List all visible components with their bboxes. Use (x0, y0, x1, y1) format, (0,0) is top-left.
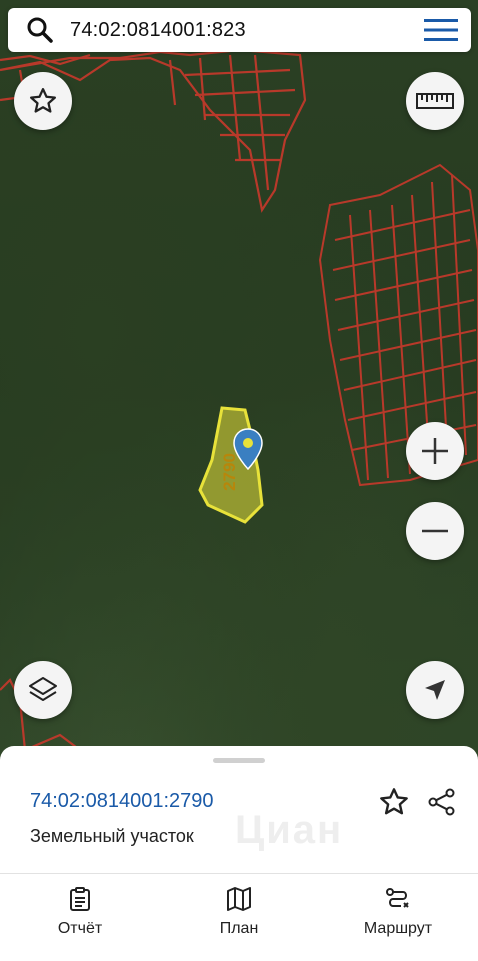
zoom-in-button[interactable] (406, 422, 464, 480)
my-location-button[interactable] (406, 661, 464, 719)
layers-icon (29, 677, 57, 701)
watermark-logo: Циан (235, 808, 344, 852)
layers-button[interactable] (14, 661, 72, 719)
minus-icon (422, 529, 448, 533)
star-icon (30, 88, 56, 113)
report-icon (69, 886, 91, 912)
route-icon (385, 886, 411, 912)
cadastral-number[interactable]: 74:02:0814001:2790 (30, 790, 214, 813)
tab-plan[interactable]: План (199, 874, 279, 961)
tab-label: Маршрут (363, 920, 433, 937)
favorite-map-button[interactable] (14, 72, 72, 130)
zoom-out-button[interactable] (406, 502, 464, 560)
search-icon[interactable] (20, 8, 60, 52)
map-plan-icon (226, 886, 252, 912)
search-bar[interactable]: 74:02:0814001:823 (8, 8, 471, 52)
navigation-arrow-icon (425, 680, 445, 700)
bottom-tab-bar: Отчёт План Маршрут (0, 873, 478, 961)
tab-route[interactable]: Маршрут (348, 874, 448, 961)
star-icon (380, 788, 408, 815)
property-type: Земельный участок (30, 826, 194, 846)
share-button[interactable] (424, 784, 460, 820)
tab-report[interactable]: Отчёт (40, 874, 120, 961)
search-input[interactable]: 74:02:0814001:823 (70, 19, 421, 42)
property-sheet[interactable]: Циан 74:02:0814001:2790 Земельный участо… (0, 746, 478, 873)
ruler-button[interactable] (406, 72, 464, 130)
location-pin-icon[interactable] (233, 428, 263, 470)
favorite-button[interactable] (376, 784, 412, 820)
share-icon (428, 788, 455, 816)
ruler-icon (416, 93, 454, 109)
tab-label: План (219, 920, 259, 937)
tab-label: Отчёт (57, 920, 103, 937)
plus-icon (422, 438, 448, 464)
sheet-drag-handle[interactable] (213, 758, 265, 763)
hamburger-menu-icon[interactable] (421, 8, 461, 52)
